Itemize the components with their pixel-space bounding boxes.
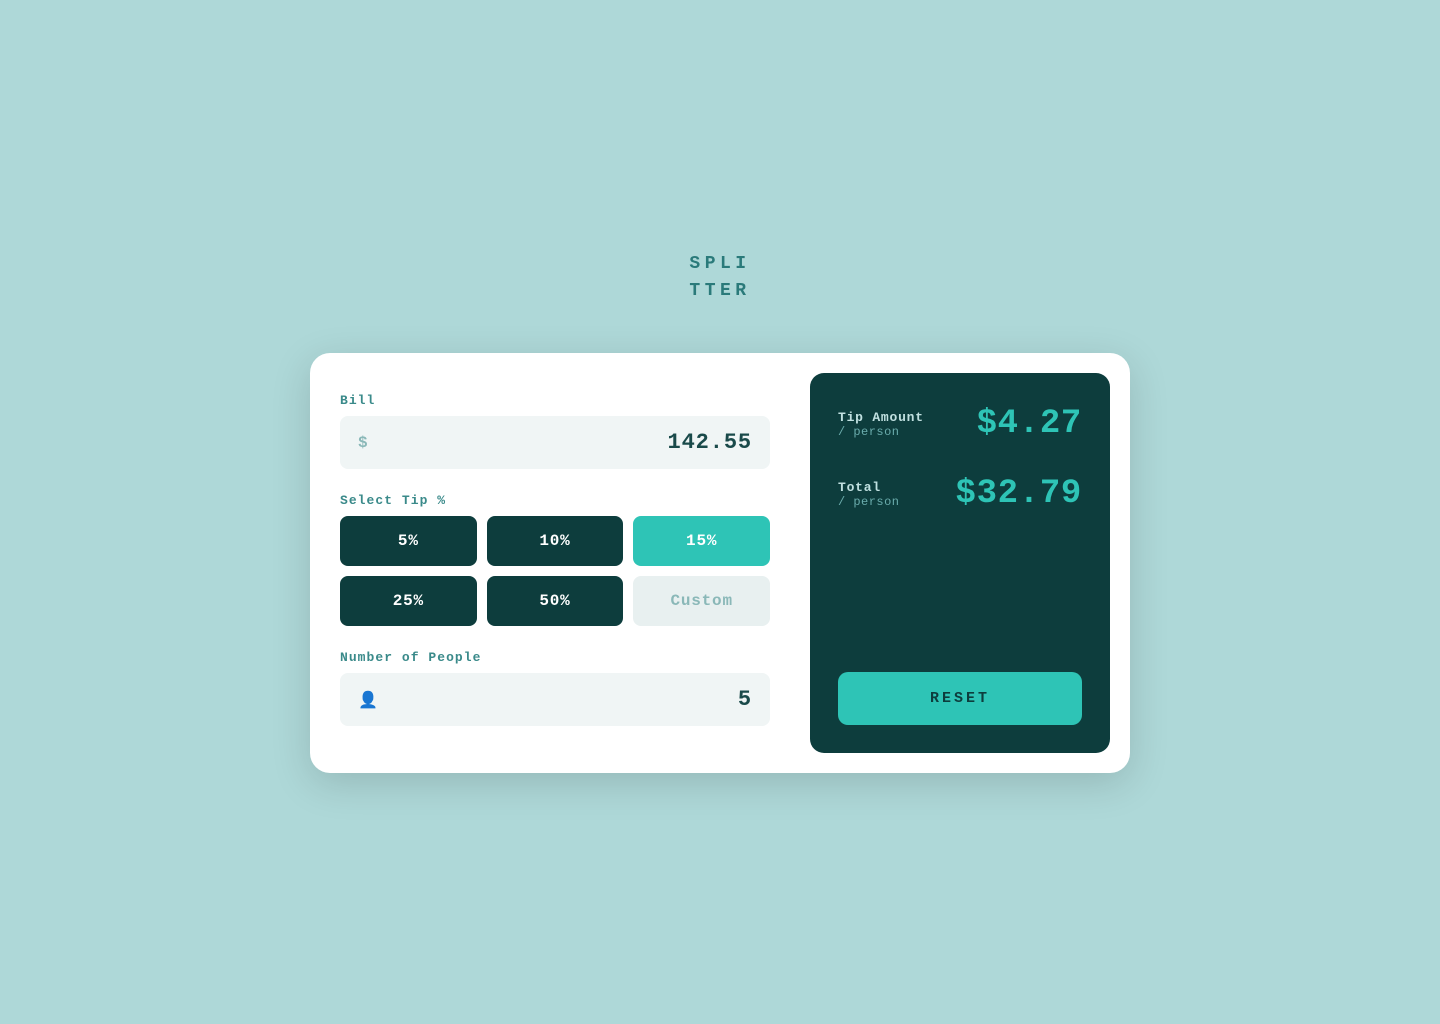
tip-btn-25[interactable]: 25% <box>340 576 477 626</box>
app-title-line1: SPLI <box>689 251 750 278</box>
left-panel: Bill $ Select Tip % 5% 10% 15% 25% 50% C… <box>330 373 790 753</box>
person-icon: 👤 <box>358 690 378 710</box>
tip-btn-custom[interactable]: Custom <box>633 576 770 626</box>
tip-btn-10[interactable]: 10% <box>487 516 624 566</box>
result-section: Tip Amount / person $4.27 Total / person… <box>838 405 1082 513</box>
total-value: $32.79 <box>956 475 1083 513</box>
bill-input[interactable] <box>380 430 752 455</box>
total-sub-label: / person <box>838 495 899 509</box>
right-panel: Tip Amount / person $4.27 Total / person… <box>810 373 1110 753</box>
tip-amount-row: Tip Amount / person $4.27 <box>838 405 1082 443</box>
people-section: Number of People 👤 <box>340 650 770 726</box>
tip-amount-sub-label: / person <box>838 425 924 439</box>
people-input-wrap: 👤 <box>340 673 770 726</box>
tip-amount-label-group: Tip Amount / person <box>838 410 924 439</box>
tip-label: Select Tip % <box>340 493 770 508</box>
reset-button[interactable]: RESET <box>838 672 1082 725</box>
tip-amount-value: $4.27 <box>977 405 1082 443</box>
tip-buttons-grid: 5% 10% 15% 25% 50% Custom <box>340 516 770 626</box>
people-input[interactable] <box>390 687 752 712</box>
bill-section: Bill $ <box>340 393 770 469</box>
total-main-label: Total <box>838 480 899 495</box>
bill-input-wrap: $ <box>340 416 770 469</box>
tip-btn-50[interactable]: 50% <box>487 576 624 626</box>
app-title: SPLI TTER <box>689 251 750 305</box>
bill-label: Bill <box>340 393 770 408</box>
tip-section: Select Tip % 5% 10% 15% 25% 50% Custom <box>340 493 770 626</box>
tip-btn-5[interactable]: 5% <box>340 516 477 566</box>
total-row: Total / person $32.79 <box>838 475 1082 513</box>
people-label: Number of People <box>340 650 770 665</box>
total-label-group: Total / person <box>838 480 899 509</box>
main-card: Bill $ Select Tip % 5% 10% 15% 25% 50% C… <box>310 353 1130 773</box>
tip-amount-main-label: Tip Amount <box>838 410 924 425</box>
tip-btn-15[interactable]: 15% <box>633 516 770 566</box>
app-title-line2: TTER <box>689 278 750 305</box>
dollar-icon: $ <box>358 434 368 452</box>
